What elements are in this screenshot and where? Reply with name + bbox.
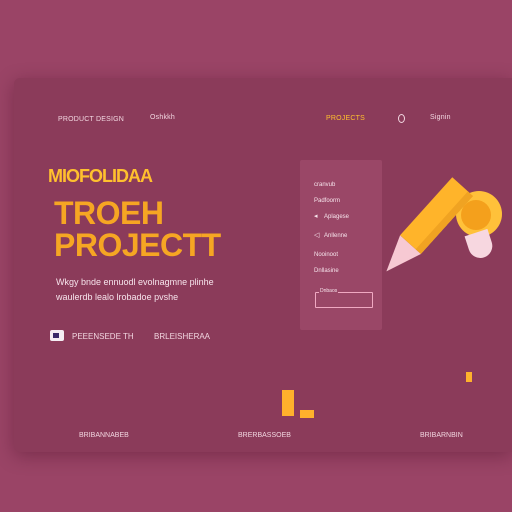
menu-item-6[interactable]: Dnllasine bbox=[314, 268, 339, 274]
main-frame bbox=[14, 78, 512, 452]
arrow-icon: ◂ bbox=[314, 213, 318, 220]
menu-item-1[interactable]: cranvub bbox=[314, 182, 335, 188]
footer-label-center[interactable]: BRERBASSOEB bbox=[238, 432, 291, 439]
menu-item-2[interactable]: Padfoorm bbox=[314, 198, 340, 204]
bar-shape-1 bbox=[282, 390, 294, 416]
hero-eyebrow: MIOFOLIDAA bbox=[48, 166, 153, 186]
hero-description-line1: Wkgy bnde ennuodl evolnagmne plinhe bbox=[56, 277, 214, 287]
menu-input-label: Dnbaos bbox=[319, 288, 339, 294]
meta-left-label[interactable]: PEEENSEDE TH bbox=[72, 332, 134, 341]
video-icon[interactable] bbox=[50, 330, 64, 341]
footer-label-left[interactable]: BRIBANNABEB bbox=[79, 432, 129, 439]
send-icon: ◁ bbox=[314, 232, 320, 239]
search-icon[interactable] bbox=[398, 114, 405, 123]
menu-item-3[interactable]: Aplagese bbox=[324, 214, 349, 220]
lightbulb-core bbox=[461, 200, 491, 230]
hero-title-line2: PROJECTT bbox=[54, 227, 221, 263]
menu-item-5[interactable]: Nooinoot bbox=[314, 252, 338, 258]
meta-right-label[interactable]: BRLEISHERAA bbox=[154, 332, 210, 341]
nav-link-signin[interactable]: Signin bbox=[430, 114, 451, 121]
footer-label-right[interactable]: BRIBARNBIN bbox=[420, 432, 463, 439]
menu-input-field[interactable]: Dnbaos bbox=[315, 288, 373, 308]
hero-description-line2: waulerdb lealo lrobadoe pvshe bbox=[56, 292, 179, 302]
bar-shape-2 bbox=[300, 410, 314, 418]
nav-link-product[interactable]: PRODUCT DESIGN bbox=[58, 116, 124, 123]
bar-shape-3 bbox=[466, 372, 472, 382]
menu-item-4[interactable]: Anllenne bbox=[324, 233, 347, 239]
nav-brand[interactable]: Oshkkh bbox=[150, 114, 175, 121]
hero-title-line1: TROEH bbox=[54, 195, 164, 231]
nav-link-projects[interactable]: PROJECTS bbox=[326, 115, 365, 122]
